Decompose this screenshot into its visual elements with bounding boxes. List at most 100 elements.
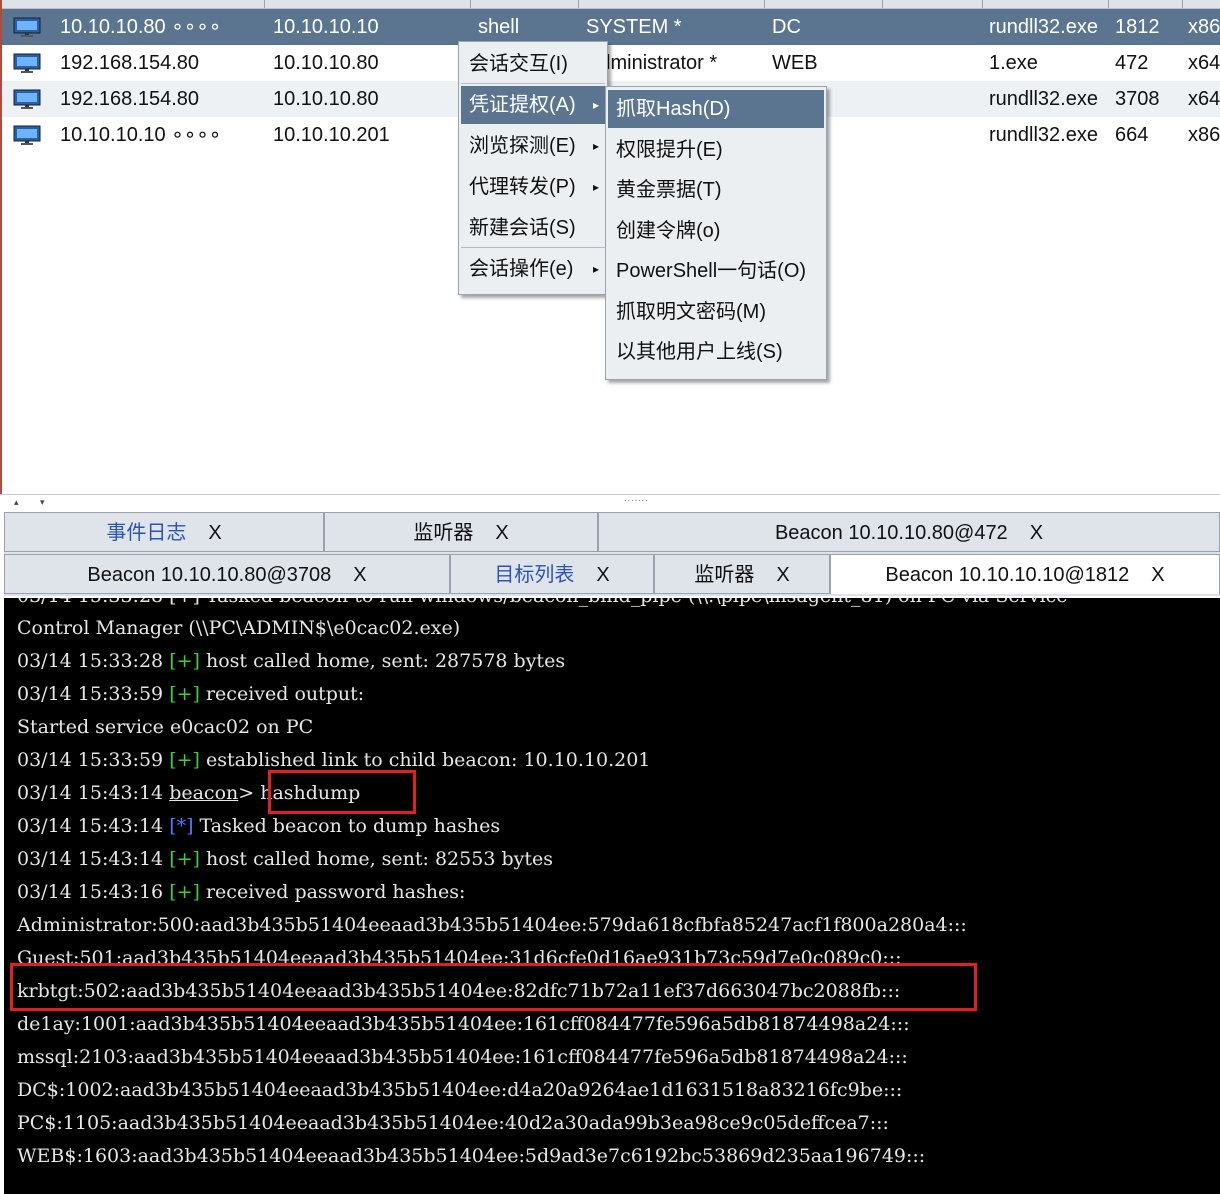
console-timestamp: 03/14 15:43:16 bbox=[17, 881, 164, 903]
cell-pid: 664 bbox=[1115, 124, 1149, 146]
session-context-menu: 会话交互(I) 凭证提权(A) ▸ 浏览探测(E) ▸ 代理转发(P) ▸ 新建会话(S) 会话… bbox=[458, 41, 608, 295]
menu-item-credentials[interactable]: 凭证提权(A) ▸ bbox=[461, 86, 605, 124]
menu-item-label: 代理转发(P) bbox=[469, 176, 576, 198]
krbtgt-highlight-box bbox=[10, 963, 977, 1011]
console-text: received password hashes: bbox=[199, 881, 466, 903]
tab-close-icon[interactable]: X bbox=[1030, 522, 1043, 544]
menu-item-label: 会话交互(I) bbox=[469, 53, 568, 75]
tab-beacon-80-472[interactable]: Beacon 10.10.10.80@472 X bbox=[598, 512, 1220, 552]
cell-arch: x86 bbox=[1188, 124, 1220, 146]
computer-icon bbox=[12, 125, 42, 145]
menu-separator bbox=[461, 83, 605, 84]
submenu-item-golden-ticket[interactable]: 黄金票据(T) bbox=[608, 171, 824, 209]
console-line: 03/14 15:43:16 [+] received password has… bbox=[17, 876, 465, 909]
cell-pid: 1812 bbox=[1115, 16, 1160, 38]
console-text: Control Manager (\\PC\ADMIN$\e0cac02.exe… bbox=[17, 617, 461, 639]
computer-icon bbox=[12, 53, 42, 73]
console-text: de1ay:1001:aad3b435b51404eeaad3b435b5140… bbox=[17, 1013, 910, 1035]
cell-arch: x64 bbox=[1188, 52, 1220, 74]
console-text: Administrator:500:aad3b435b51404eeaad3b4… bbox=[17, 914, 967, 936]
console-line: Administrator:500:aad3b435b51404eeaad3b4… bbox=[17, 909, 967, 942]
cell-external: 10.10.10.80 ∘∘∘∘ bbox=[60, 16, 222, 38]
menu-item-label: 凭证提权(A) bbox=[469, 94, 576, 116]
console-line: 03/14 15:33:59 [+] received output: bbox=[17, 678, 364, 711]
console-line: 03/14 15:43:14 [*] Tasked beacon to dump… bbox=[17, 810, 500, 843]
console-text: PC$:1105:aad3b435b51404eeaad3b435b51404e… bbox=[17, 1112, 889, 1134]
console-text: established link to child beacon: 10.10.… bbox=[199, 749, 651, 771]
menu-item-label: 会话操作(e) bbox=[469, 258, 574, 280]
menu-item-interact[interactable]: 会话交互(I) bbox=[461, 45, 605, 83]
tab-close-icon[interactable]: X bbox=[776, 564, 789, 586]
cell-internal: 10.10.10.10 bbox=[273, 16, 379, 38]
beacon-console[interactable]: 03/14 15:33:28 [+] Tasked beacon to run … bbox=[4, 598, 1220, 1194]
console-timestamp: 03/14 15:33:28 bbox=[17, 650, 164, 672]
tab-label: 监听器 bbox=[413, 522, 474, 544]
cell-process: rundll32.exe bbox=[989, 88, 1098, 110]
session-row[interactable]: 10.10.10.80 ∘∘∘∘ 10.10.10.10 shell SYSTEM *… bbox=[2, 9, 1220, 45]
console-text: mssql:2103:aad3b435b51404eeaad3b435b5140… bbox=[17, 1046, 908, 1068]
tab-close-icon[interactable]: X bbox=[495, 522, 508, 544]
tab-label: Beacon 10.10.10.80@3708 bbox=[87, 564, 332, 586]
menu-separator bbox=[461, 247, 605, 248]
console-line: Started service e0cac02 on PC bbox=[17, 711, 313, 744]
submenu-arrow-icon: ▸ bbox=[592, 262, 599, 276]
tab-targets[interactable]: 目标列表 X bbox=[450, 554, 654, 594]
tab-beacon-10-1812[interactable]: Beacon 10.10.10.10@1812 X bbox=[830, 554, 1220, 594]
console-status-tag: [+] bbox=[169, 749, 200, 771]
submenu-item-logonpasswords[interactable]: 抓取明文密码(M) bbox=[608, 293, 824, 331]
tab-close-icon[interactable]: X bbox=[596, 564, 609, 586]
tab-listeners[interactable]: 监听器 X bbox=[324, 512, 598, 552]
menu-item-pivot[interactable]: 代理转发(P) ▸ bbox=[461, 168, 605, 206]
console-timestamp: 03/14 15:43:14 bbox=[17, 815, 164, 837]
cell-pid: 3708 bbox=[1115, 88, 1160, 110]
console-timestamp: 03/14 15:33:59 bbox=[17, 683, 164, 705]
console-text: host called home, sent: 82553 bytes bbox=[199, 848, 553, 870]
tab-close-icon[interactable]: X bbox=[208, 522, 221, 544]
cell-process: rundll32.exe bbox=[989, 16, 1098, 38]
credential-submenu: 抓取Hash(D) 权限提升(E) 黄金票据(T) 创建令牌(o) PowerShell… bbox=[605, 86, 827, 380]
submenu-item-dump-hash[interactable]: 抓取Hash(D) bbox=[608, 90, 824, 128]
cell-arch: x64 bbox=[1188, 88, 1220, 110]
tab-close-icon[interactable]: X bbox=[353, 564, 366, 586]
submenu-arrow-icon: ▸ bbox=[592, 180, 599, 194]
cell-process: 1.exe bbox=[989, 52, 1038, 74]
table-header[interactable] bbox=[2, 0, 1220, 9]
console-text: DC$:1002:aad3b435b51404eeaad3b435b51404e… bbox=[17, 1079, 903, 1101]
menu-item-explore[interactable]: 浏览探测(E) ▸ bbox=[461, 127, 605, 165]
console-line: WEB$:1603:aad3b435b51404eeaad3b435b51404… bbox=[17, 1140, 925, 1173]
tab-close-icon[interactable]: X bbox=[1151, 564, 1164, 586]
console-text: Tasked beacon to dump hashes bbox=[193, 815, 501, 837]
tab-listeners-2[interactable]: 监听器 X bbox=[654, 554, 830, 594]
console-line: DC$:1002:aad3b435b51404eeaad3b435b51404e… bbox=[17, 1074, 902, 1107]
cell-process: rundll32.exe bbox=[989, 124, 1098, 146]
beacon-prompt-link[interactable]: beacon bbox=[169, 782, 238, 804]
menu-item-new-session[interactable]: 新建会话(S) bbox=[461, 209, 605, 247]
console-line: PC$:1105:aad3b435b51404eeaad3b435b51404e… bbox=[17, 1107, 889, 1140]
cell-listener: shell bbox=[478, 16, 520, 38]
console-line: mssql:2103:aad3b435b51404eeaad3b435b5140… bbox=[17, 1041, 908, 1074]
session-row[interactable]: 192.168.154.80 10.10.10.80 Administrator *… bbox=[2, 45, 1220, 81]
submenu-item-spawn-as[interactable]: 以其他用户上线(S) bbox=[608, 333, 824, 371]
console-status-tag: [+] bbox=[169, 848, 200, 870]
submenu-item-powershell-oneliner[interactable]: PowerShell一句话(O) bbox=[608, 252, 824, 290]
console-text: Started service e0cac02 on PC bbox=[17, 716, 314, 738]
hashdump-highlight-box bbox=[268, 770, 416, 814]
cell-external: 192.168.154.80 bbox=[60, 88, 200, 110]
computer-icon bbox=[12, 89, 42, 109]
tab-beacon-80-3708[interactable]: Beacon 10.10.10.80@3708 X bbox=[4, 554, 450, 594]
submenu-item-make-token[interactable]: 创建令牌(o) bbox=[608, 212, 824, 250]
menu-item-session-ops[interactable]: 会话操作(e) ▸ bbox=[461, 250, 605, 288]
console-status-tag: [+] bbox=[169, 683, 200, 705]
cell-internal: 10.10.10.80 bbox=[273, 88, 379, 110]
console-timestamp: 03/14 15:43:14 bbox=[17, 782, 164, 804]
pane-splitter[interactable]: ▴ ▾ ∙∙∙∙∙∙∙ bbox=[0, 494, 1220, 511]
console-line: Control Manager (\\PC\ADMIN$\e0cac02.exe… bbox=[17, 612, 460, 645]
menu-item-label: 浏览探测(E) bbox=[469, 135, 576, 157]
console-status-tag: [*] bbox=[169, 815, 194, 837]
console-line-partial: 03/14 15:33:28 [+] Tasked beacon to run … bbox=[17, 598, 1067, 613]
console-line: 03/14 15:33:28 [+] host called home, sen… bbox=[17, 645, 565, 678]
tab-row-1: 事件日志 X 监听器 X Beacon 10.10.10.80@472 X bbox=[4, 512, 1220, 554]
submenu-item-elevate[interactable]: 权限提升(E) bbox=[608, 131, 824, 169]
console-timestamp: 03/14 15:43:14 bbox=[17, 848, 164, 870]
tab-event-log[interactable]: 事件日志 X bbox=[4, 512, 324, 552]
